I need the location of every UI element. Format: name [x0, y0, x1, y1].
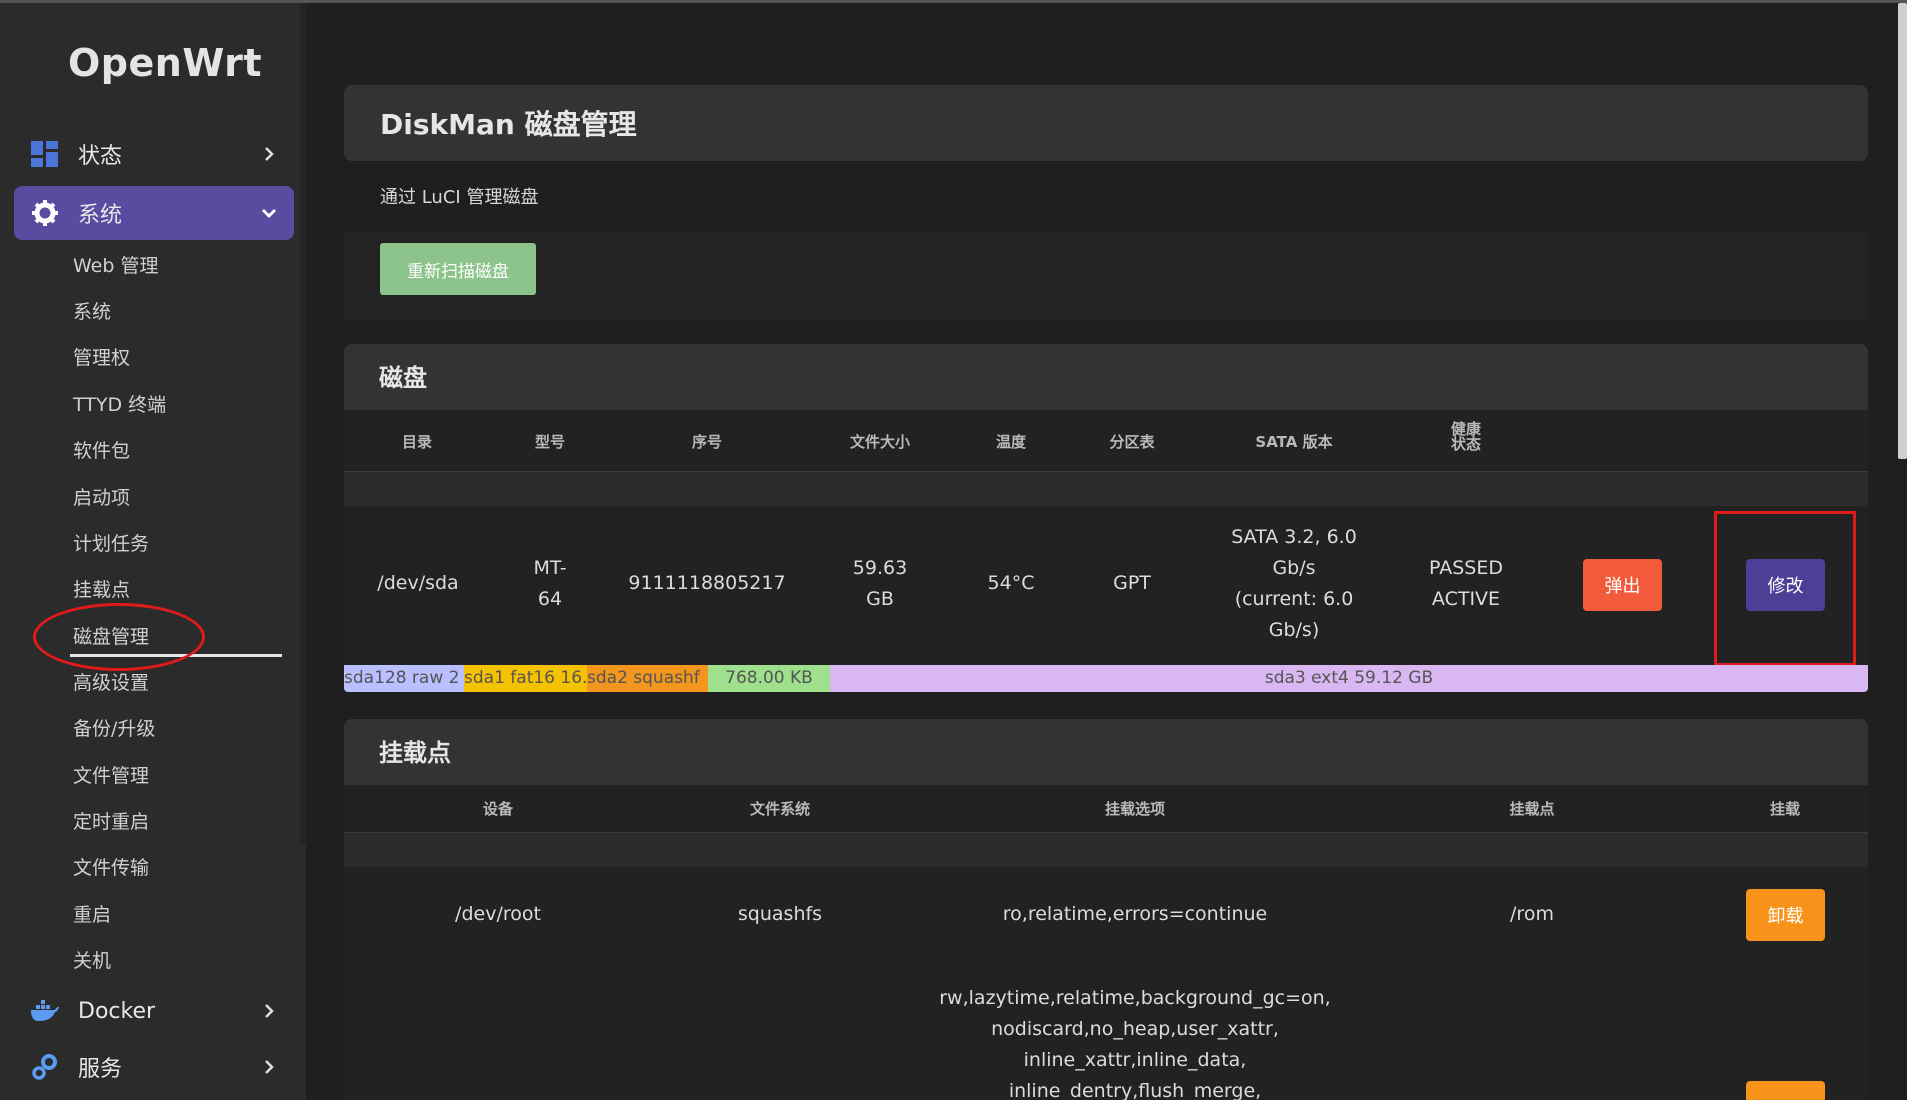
sidebar-item-ttyd[interactable]: TTYD 终端	[73, 390, 166, 417]
col-mount-options: 挂载选项	[1104, 800, 1165, 818]
mount-point: /rom	[1510, 903, 1554, 925]
mount-device: /dev/root	[455, 903, 541, 925]
disks-section-title: 磁盘	[379, 364, 427, 392]
sidebar-item-web[interactable]: Web 管理	[73, 251, 158, 278]
col-mountpoint: 挂载点	[1509, 800, 1555, 818]
sidebar-item-admin[interactable]: 管理权	[73, 343, 130, 370]
sidebar-item-reboot[interactable]: 重启	[73, 900, 111, 927]
partition-bar: sda128 raw 2 sda1 fat16 16. sda2 squashf…	[344, 665, 1868, 692]
sidebar-item-filetransfer[interactable]: 文件传输	[73, 853, 149, 880]
col-device: 设备	[482, 800, 513, 818]
nav-system-label: 系统	[78, 203, 123, 228]
col-mount-action: 挂载	[1769, 800, 1800, 818]
partition-sda3[interactable]: sda3 ext4 59.12 GB	[830, 665, 1868, 692]
disk-partition-table: GPT	[1113, 572, 1151, 594]
mounts-header-bar	[344, 719, 1868, 785]
nav-services-label: 服务	[78, 1057, 123, 1082]
unmount-button[interactable]: 卸载	[1746, 889, 1825, 941]
nav-status-label: 状态	[78, 144, 123, 169]
services-icon	[28, 1050, 62, 1084]
col-dir: 目录	[401, 433, 432, 451]
partition-sda2[interactable]: sda2 squashf	[587, 665, 708, 692]
sidebar-item-packages[interactable]: 软件包	[73, 436, 130, 463]
sidebar-item-startup[interactable]: 启动项	[73, 483, 130, 510]
mount-options: rw,lazytime,relatime,background_gc=on, n…	[939, 987, 1331, 1100]
nav-services[interactable]: 服务	[14, 1040, 294, 1094]
chevron-right-icon	[265, 1004, 274, 1018]
highlight-ellipse	[33, 603, 205, 671]
highlight-rectangle	[1714, 511, 1856, 666]
rescan-button[interactable]: 重新扫描磁盘	[380, 243, 536, 295]
page-title: DiskMan 磁盘管理	[344, 85, 1868, 161]
disk-serial: 9111118805217	[628, 572, 786, 594]
disks-header-bar	[344, 344, 1868, 410]
partition-free[interactable]: 768.00 KB	[708, 665, 830, 692]
col-serial: 序号	[691, 433, 722, 451]
dashboard-icon	[28, 137, 62, 171]
col-model: 型号	[534, 433, 565, 451]
sidebar-item-filemanager[interactable]: 文件管理	[73, 761, 149, 788]
sidebar-item-mounts[interactable]: 挂载点	[73, 575, 130, 602]
col-health: 健康 状态	[1450, 420, 1481, 453]
nav-system[interactable]: 系统	[14, 186, 294, 240]
docker-icon	[28, 994, 62, 1028]
col-temp: 温度	[995, 433, 1026, 451]
disk-path: /dev/sda	[377, 572, 459, 594]
sidebar: OpenWrt 状态 系统 Web 管理 系统 管理权 TTYD 终端 软件包 …	[0, 0, 306, 1100]
sidebar-item-autoreboot[interactable]: 定时重启	[73, 807, 149, 834]
sidebar-item-crontab[interactable]: 计划任务	[73, 529, 149, 556]
disk-temp: 54°C	[987, 572, 1035, 594]
nav-status[interactable]: 状态	[14, 127, 294, 181]
description-panel	[344, 231, 1868, 321]
sidebar-item-shutdown[interactable]: 关机	[73, 946, 111, 973]
nav-docker-label: Docker	[78, 998, 156, 1024]
disk-model: MT- 64	[533, 557, 567, 610]
sidebar-item-backup[interactable]: 备份/升级	[73, 714, 155, 741]
nav-docker[interactable]: Docker	[14, 984, 294, 1038]
mount-filesystem: squashfs	[737, 903, 823, 925]
page-description: 通过 LuCI 管理磁盘	[380, 187, 539, 208]
chevron-right-icon	[265, 147, 274, 161]
eject-button[interactable]: 弹出	[1583, 559, 1662, 611]
mount-options: ro,relatime,errors=continue	[1002, 903, 1268, 925]
disk-size: 59.63 GB	[852, 557, 908, 610]
col-sata: SATA 版本	[1255, 433, 1333, 451]
disk-health: PASSED ACTIVE	[1429, 557, 1503, 610]
sidebar-item-advanced[interactable]: 高级设置	[73, 668, 149, 695]
mounts-section-title: 挂载点	[379, 739, 451, 767]
partition-sda128[interactable]: sda128 raw 2	[344, 665, 464, 692]
partition-sda1[interactable]: sda1 fat16 16.	[464, 665, 587, 692]
col-filesystem: 文件系统	[749, 800, 810, 818]
logo: OpenWrt	[68, 41, 262, 85]
mount-action-button[interactable]	[1746, 1081, 1825, 1100]
gear-icon	[28, 196, 62, 230]
col-partition-table: 分区表	[1109, 433, 1155, 451]
disk-sata-version: SATA 3.2, 6.0 Gb/s (current: 6.0 Gb/s)	[1231, 526, 1357, 641]
chevron-right-icon	[265, 1060, 274, 1074]
sidebar-item-system[interactable]: 系统	[73, 297, 111, 324]
page-scrollbar[interactable]	[1898, 3, 1907, 459]
disks-spacer-row	[344, 472, 1868, 506]
chevron-down-icon	[262, 209, 276, 218]
col-size: 文件大小	[849, 433, 910, 451]
mounts-spacer-row	[344, 833, 1868, 867]
